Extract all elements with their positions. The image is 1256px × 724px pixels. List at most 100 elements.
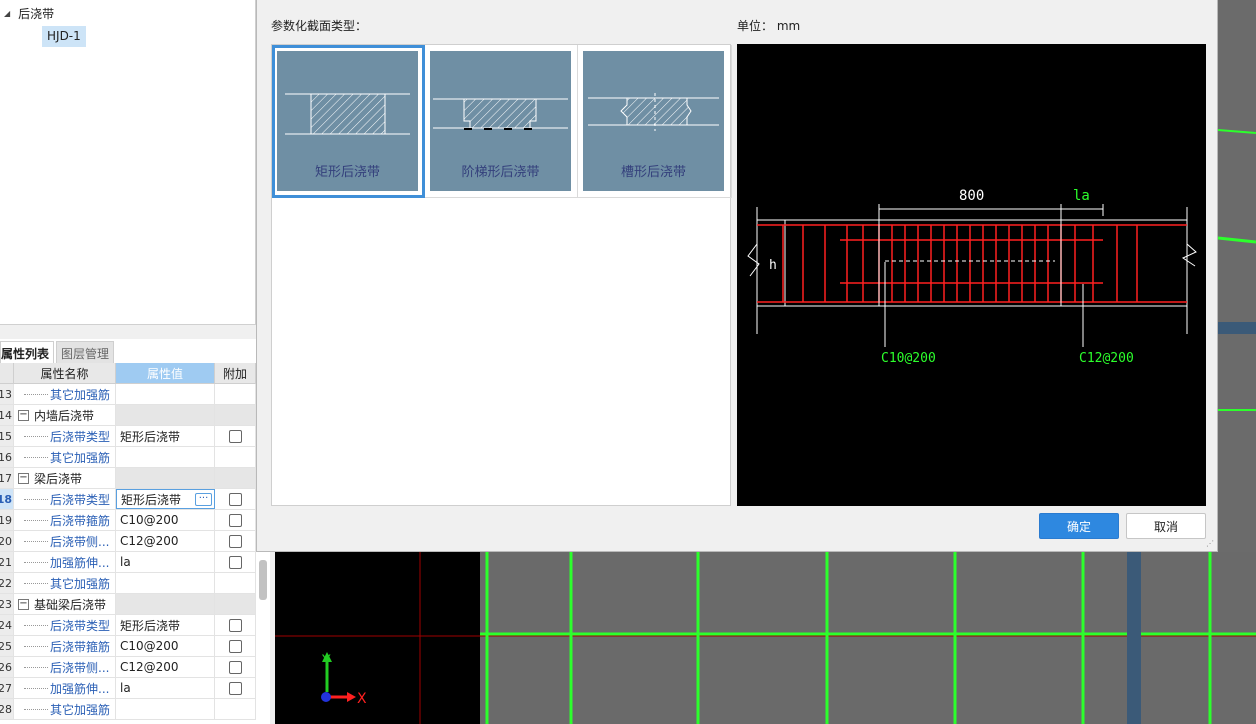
collapse-icon[interactable]: −: [18, 472, 29, 484]
row-number: 16: [0, 447, 14, 467]
property-group-row[interactable]: 14−内墙后浇带: [0, 405, 256, 426]
property-value[interactable]: C12@200: [116, 531, 215, 551]
property-name: 加强筋伸...: [14, 678, 116, 698]
property-value[interactable]: 矩形后浇带: [116, 615, 215, 635]
property-rows: 13其它加强筋14−内墙后浇带15后浇带类型矩形后浇带16其它加强筋17−梁后浇…: [0, 384, 256, 720]
extra-column: [215, 405, 256, 425]
property-row[interactable]: 28 其它加强筋: [0, 699, 256, 720]
property-row[interactable]: 26 后浇带侧... C12@200: [0, 657, 256, 678]
property-value[interactable]: [116, 573, 215, 593]
group-label: 基础梁后浇带: [34, 597, 107, 612]
height-label: h: [769, 258, 777, 273]
panel-splitter[interactable]: [0, 324, 256, 339]
property-value: [116, 594, 215, 614]
extra-checkbox[interactable]: [228, 660, 242, 674]
tree-connector: [24, 562, 48, 563]
x-arrow-head: [347, 692, 356, 702]
x-axis-label: X: [357, 691, 367, 707]
side-bar-spec-label: C12@200: [1079, 351, 1134, 366]
cad-viewport[interactable]: Y X: [275, 552, 1256, 724]
expand-arrow-icon[interactable]: ◢: [4, 9, 10, 18]
row-number: 23: [0, 594, 14, 614]
property-name: 后浇带箍筋: [14, 510, 116, 530]
property-value[interactable]: la: [116, 552, 215, 572]
property-row[interactable]: 25 后浇带箍筋 C10@200: [0, 636, 256, 657]
extra-checkbox[interactable]: [228, 639, 242, 653]
thumbnail-grooved: 槽形后浇带: [583, 51, 724, 191]
type-option-rectangular[interactable]: 矩形后浇带: [272, 45, 425, 198]
cancel-button[interactable]: 取消: [1126, 513, 1206, 539]
property-group-row[interactable]: 23−基础梁后浇带: [0, 594, 256, 615]
collapse-icon[interactable]: −: [18, 409, 29, 421]
property-value-text: C12@200: [120, 534, 179, 548]
property-row[interactable]: 27 加强筋伸... la: [0, 678, 256, 699]
row-number: 18: [0, 489, 14, 509]
type-option-grooved[interactable]: 槽形后浇带: [578, 45, 732, 198]
extra-checkbox[interactable]: [228, 618, 242, 632]
property-group-row[interactable]: 17−梁后浇带: [0, 468, 256, 489]
property-row[interactable]: 16 其它加强筋: [0, 447, 256, 468]
property-scrollbar[interactable]: [259, 560, 267, 600]
property-tabs: 属性列表 图层管理: [0, 341, 116, 363]
tree-node-post-pour-strip[interactable]: ◢ 后浇带: [4, 5, 54, 22]
tree-node-hjd-1[interactable]: HJD-1: [42, 26, 86, 47]
row-number: 17: [0, 468, 14, 488]
origin-icon: [321, 692, 331, 702]
component-tree: ◢ 后浇带 HJD-1: [0, 0, 256, 324]
extra-column: [215, 636, 256, 656]
property-value[interactable]: C12@200: [116, 657, 215, 677]
extra-checkbox[interactable]: [228, 555, 242, 569]
extra-checkbox[interactable]: [228, 681, 242, 695]
property-name: 其它加强筋: [14, 699, 116, 719]
property-value[interactable]: 矩形后浇带 ···: [116, 489, 215, 509]
property-value[interactable]: C10@200: [116, 510, 215, 530]
extra-column: [215, 657, 256, 677]
property-row[interactable]: 22 其它加强筋: [0, 573, 256, 594]
property-value[interactable]: 矩形后浇带: [116, 426, 215, 446]
resize-grip-icon[interactable]: ⋰: [1206, 539, 1214, 548]
stirrup-spec-label: C10@200: [881, 351, 936, 366]
property-row[interactable]: 19 后浇带箍筋 C10@200: [0, 510, 256, 531]
type-label-grooved: 槽形后浇带: [620, 165, 686, 180]
green-beam-line: [1218, 129, 1256, 134]
property-name: 后浇带类型: [14, 426, 116, 446]
ok-button[interactable]: 确定: [1039, 513, 1119, 539]
extra-checkbox[interactable]: [228, 513, 242, 527]
collapse-icon[interactable]: −: [18, 598, 29, 610]
property-value-text: la: [120, 681, 131, 695]
extra-column: [215, 678, 256, 698]
extra-checkbox[interactable]: [228, 429, 242, 443]
property-value[interactable]: la: [116, 678, 215, 698]
extra-checkbox[interactable]: [228, 492, 242, 506]
property-name: − 基础梁后浇带: [14, 594, 116, 614]
property-value[interactable]: [116, 447, 215, 467]
property-value[interactable]: [116, 699, 215, 719]
row-number: 21: [0, 552, 14, 572]
tab-layer-management[interactable]: 图层管理: [56, 341, 115, 363]
property-row[interactable]: 18 后浇带类型矩形后浇带 ···: [0, 489, 256, 510]
property-row[interactable]: 13 其它加强筋: [0, 384, 256, 405]
ellipsis-button[interactable]: ···: [195, 492, 212, 506]
tree-connector: [24, 541, 48, 542]
property-name: 其它加强筋: [14, 384, 116, 404]
property-value[interactable]: C10@200: [116, 636, 215, 656]
tree-connector: [24, 436, 48, 437]
row-number: 15: [0, 426, 14, 446]
property-label: 其它加强筋: [50, 387, 111, 402]
header-property-value: 属性值: [116, 363, 215, 383]
property-row[interactable]: 21 加强筋伸... la: [0, 552, 256, 573]
property-row[interactable]: 20 后浇带侧... C12@200: [0, 531, 256, 552]
extra-column: [215, 510, 256, 530]
type-option-stepped[interactable]: 阶梯形后浇带: [425, 45, 578, 198]
property-value: [116, 468, 215, 488]
property-name: − 内墙后浇带: [14, 405, 116, 425]
property-label: 后浇带类型: [50, 492, 111, 507]
extra-checkbox[interactable]: [228, 534, 242, 548]
property-label: 后浇带类型: [50, 429, 111, 444]
cad-viewport-right[interactable]: [1218, 0, 1256, 552]
tab-property-list[interactable]: 属性列表: [0, 341, 55, 363]
property-row[interactable]: 15 后浇带类型矩形后浇带: [0, 426, 256, 447]
property-value[interactable]: [116, 384, 215, 404]
property-row[interactable]: 24 后浇带类型矩形后浇带: [0, 615, 256, 636]
property-name: − 梁后浇带: [14, 468, 116, 488]
